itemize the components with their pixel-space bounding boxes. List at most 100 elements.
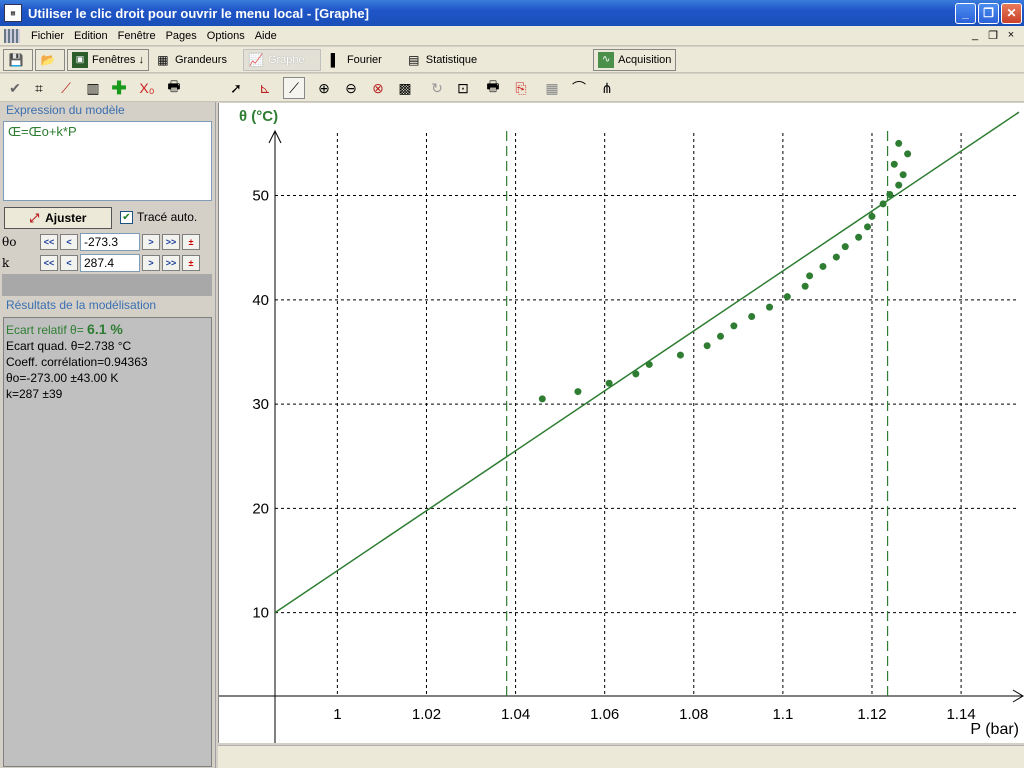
fast-increase-button[interactable]: >> bbox=[162, 255, 180, 271]
pointer-icon[interactable]: ➚ bbox=[225, 77, 247, 99]
curve-window-icon[interactable]: ⊡ bbox=[452, 77, 474, 99]
y-tick-label: 50 bbox=[252, 188, 269, 205]
print-graph-icon[interactable]: 🖶 bbox=[482, 77, 504, 99]
data-point bbox=[538, 395, 546, 403]
zoom-reset-icon[interactable]: ⊗ bbox=[367, 77, 389, 99]
statistique-button[interactable]: ▤ Statistique bbox=[402, 49, 481, 71]
validate-icon[interactable]: ✔ bbox=[4, 77, 26, 99]
data-point bbox=[832, 253, 840, 261]
fourier-button[interactable]: ▌ Fourier bbox=[323, 49, 386, 71]
delete-model-icon[interactable]: X₀ bbox=[136, 77, 158, 99]
x-tick-label: 1 bbox=[333, 706, 341, 723]
menu-fichier[interactable]: Fichier bbox=[26, 30, 69, 42]
app-icon[interactable]: ▦ bbox=[4, 4, 22, 22]
menu-options[interactable]: Options bbox=[202, 30, 250, 42]
fenetres-label: Fenêtres ↓ bbox=[92, 53, 144, 66]
data-point bbox=[904, 150, 912, 158]
menu-edition[interactable]: Edition bbox=[69, 30, 113, 42]
menu-aide[interactable]: Aide bbox=[250, 30, 282, 42]
quadratic-deviation: Ecart quad. θ=2.738 °C bbox=[6, 339, 132, 353]
increase-button[interactable]: > bbox=[142, 234, 160, 250]
main-toolbar: 💾 📂 ▣ Fenêtres ↓ ▦ Grandeurs 📈 Graphe ▌ Four… bbox=[0, 47, 1024, 73]
fast-decrease-button[interactable]: << bbox=[40, 255, 58, 271]
param-row-k: k << < 287.4 > >> ± bbox=[2, 253, 212, 273]
menu-pages[interactable]: Pages bbox=[161, 30, 202, 42]
data-point bbox=[895, 139, 903, 147]
menu-fenetre[interactable]: Fenêtre bbox=[113, 30, 161, 42]
fit-icon: ⤢ bbox=[29, 210, 40, 225]
auto-trace-checkbox[interactable]: ✔ Tracé auto. bbox=[120, 210, 197, 224]
data-point bbox=[717, 332, 725, 340]
save-button[interactable]: 💾 bbox=[3, 48, 33, 71]
fast-decrease-button[interactable]: << bbox=[40, 234, 58, 250]
relative-deviation: Ecart relatif θ= 6.1 % bbox=[6, 321, 209, 338]
add-icon[interactable]: ✚ bbox=[108, 77, 130, 99]
data-point bbox=[703, 342, 711, 350]
data-point bbox=[645, 360, 653, 368]
scatter-plot[interactable]: 1 1.02 1.04 1.06 1.08 1.1 1.12 1.141020304050θ … bbox=[219, 103, 1024, 743]
mdi-restore-button[interactable]: ❐ bbox=[986, 29, 1000, 42]
fast-increase-button[interactable]: >> bbox=[162, 234, 180, 250]
table-icon: ▦ bbox=[157, 52, 169, 67]
ajuster-button[interactable]: ⤢ Ajuster bbox=[4, 207, 112, 229]
decrease-button[interactable]: < bbox=[60, 255, 78, 271]
acquisition-icon: ∿ bbox=[598, 51, 615, 68]
y-tick-label: 10 bbox=[252, 605, 269, 622]
minimize-button[interactable]: _ bbox=[955, 2, 976, 24]
refresh-icon[interactable]: ↻ bbox=[426, 77, 448, 99]
model-curve-icon[interactable]: ⟋ bbox=[283, 77, 305, 99]
menu-bar: Fichier Edition Fenêtre Pages Options Ai… bbox=[0, 26, 1024, 46]
x-axis-label: P (bar) bbox=[970, 721, 1019, 738]
open-button[interactable]: 📂 bbox=[35, 48, 65, 71]
data-point bbox=[806, 272, 814, 280]
copy-icon[interactable]: ⎘ bbox=[510, 77, 532, 99]
data-point bbox=[574, 388, 582, 396]
data-point bbox=[890, 160, 898, 168]
tangent-icon[interactable]: ▥ bbox=[82, 77, 104, 99]
model-expression-input[interactable]: Œ=Œo+k*P bbox=[3, 121, 212, 201]
graph-toolbar: ✔ ⌗ ⟋ ▥ ✚ X₀ 🖶 ➚ ⊾ ⟋ ⊕ ⊖ ⊗ ▩ ↻ ⊡ 🖶 ⎘ ▦ ⌒… bbox=[0, 74, 1024, 102]
grid-icon[interactable]: ▩ bbox=[394, 77, 416, 99]
folder-icon: 📂 bbox=[40, 52, 56, 67]
graphe-button[interactable]: 📈 Graphe bbox=[242, 48, 321, 71]
mdi-minimize-button[interactable]: _ bbox=[968, 29, 982, 42]
model-points-icon[interactable]: ⌗ bbox=[28, 77, 50, 99]
data-point bbox=[632, 370, 640, 378]
mdi-close-button[interactable]: × bbox=[1004, 29, 1018, 42]
plus-minus-button[interactable]: ± bbox=[182, 255, 200, 271]
draw-line-icon[interactable]: ⟋ bbox=[55, 77, 77, 99]
zoom-out-icon[interactable]: ⊖ bbox=[340, 77, 362, 99]
model-panel: Expression du modèle Œ=Œo+k*P ⤢ Ajuster … bbox=[0, 102, 216, 768]
x-tick-label: 1.04 bbox=[501, 706, 530, 723]
derivative-icon[interactable]: ⋔ bbox=[596, 77, 618, 99]
x-tick-label: 1.1 bbox=[772, 706, 793, 723]
results-box: Ecart relatif θ= 6.1 % Ecart quad. θ=2.7… bbox=[3, 317, 212, 767]
fenetres-button[interactable]: ▣ Fenêtres ↓ bbox=[67, 48, 149, 71]
axes-icon[interactable]: ⊾ bbox=[254, 77, 276, 99]
increase-button[interactable]: > bbox=[142, 255, 160, 271]
document-icon[interactable] bbox=[4, 28, 20, 43]
x-tick-label: 1.06 bbox=[590, 706, 619, 723]
y-tick-label: 20 bbox=[252, 500, 269, 517]
param-value-input[interactable]: 287.4 bbox=[80, 254, 140, 272]
graph-area[interactable]: 1 1.02 1.04 1.06 1.08 1.1 1.12 1.14 10 20 30 40 50 θ … bbox=[218, 103, 1024, 743]
y-tick-label: 40 bbox=[252, 292, 269, 309]
data-point bbox=[730, 322, 738, 330]
grandeurs-button[interactable]: ▦ Grandeurs bbox=[151, 49, 231, 71]
fourier-label: Fourier bbox=[346, 53, 382, 66]
param-name: k bbox=[2, 256, 10, 270]
close-button[interactable]: ✕ bbox=[1001, 2, 1022, 24]
param-value-input[interactable]: -273.3 bbox=[80, 233, 140, 251]
data-point bbox=[895, 181, 903, 189]
decrease-button[interactable]: < bbox=[60, 234, 78, 250]
data-point bbox=[855, 233, 863, 241]
restore-button[interactable]: ❐ bbox=[978, 2, 999, 24]
print-icon[interactable]: 🖶 bbox=[163, 77, 185, 99]
data-point bbox=[864, 223, 872, 231]
curve-fit-icon[interactable]: ⌒ bbox=[568, 77, 590, 99]
plus-minus-button[interactable]: ± bbox=[182, 234, 200, 250]
param-row-theta0: θo << < -273.3 > >> ± bbox=[2, 232, 212, 252]
table-values-icon[interactable]: ▦ bbox=[541, 77, 563, 99]
acquisition-button[interactable]: ∿ Acquisition bbox=[593, 48, 677, 71]
zoom-in-icon[interactable]: ⊕ bbox=[313, 77, 335, 99]
